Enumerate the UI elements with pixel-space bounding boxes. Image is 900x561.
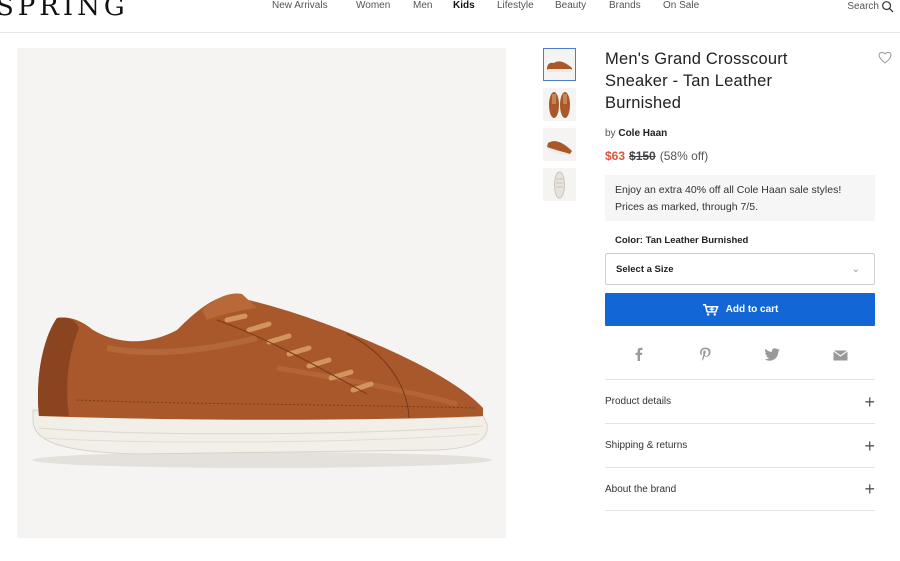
product-info: Men's Grand Crosscourt Sneaker - Tan Lea… — [605, 48, 875, 366]
nav-on-sale[interactable]: On Sale — [663, 0, 699, 11]
size-placeholder: Select a Size — [616, 264, 674, 275]
nav-beauty[interactable]: Beauty — [555, 0, 586, 11]
color-line: Color: Tan Leather Burnished — [605, 235, 875, 246]
color-value: Tan Leather Burnished — [645, 235, 749, 246]
thumbnail-sole-view — [554, 171, 565, 199]
size-select[interactable]: Select a Size ⌄ — [605, 253, 875, 285]
cart-icon — [702, 303, 719, 316]
add-to-cart-button[interactable]: Add to cart — [605, 293, 875, 326]
thumbnail-3[interactable] — [543, 128, 576, 161]
color-label: Color: — [615, 235, 643, 246]
product-thumbnails — [543, 48, 576, 208]
share-row — [605, 346, 875, 366]
search-icon — [882, 1, 894, 13]
nav-brands[interactable]: Brands — [609, 0, 641, 11]
sneaker-image — [32, 293, 492, 468]
nav-kids[interactable]: Kids — [453, 0, 475, 11]
sale-price: $63 — [605, 149, 626, 163]
product-title: Men's Grand Crosscourt Sneaker - Tan Lea… — [605, 50, 788, 112]
search-button[interactable]: Search — [847, 0, 894, 13]
heart-icon — [878, 51, 892, 64]
nav-lifestyle[interactable]: Lifestyle — [497, 0, 534, 11]
plus-icon: + — [864, 435, 875, 456]
thumbnail-1[interactable] — [543, 48, 576, 81]
twitter-icon[interactable] — [764, 346, 780, 366]
brand-line: by Cole Haan — [605, 128, 875, 139]
accordion-shipping-returns[interactable]: Shipping & returns + — [605, 423, 875, 467]
plus-icon: + — [864, 479, 875, 499]
thumbnail-4[interactable] — [543, 168, 576, 201]
by-prefix: by — [605, 128, 616, 139]
nav-women[interactable]: Women — [356, 0, 390, 11]
thumbnail-side-view — [547, 61, 572, 72]
chevron-down-icon: ⌄ — [851, 264, 860, 275]
thumbnail-top-view — [549, 92, 570, 118]
search-label: Search — [847, 1, 879, 12]
promo-banner: Enjoy an extra 40% off all Cole Haan sal… — [605, 175, 875, 221]
thumbnail-2[interactable] — [543, 88, 576, 121]
pinterest-icon[interactable] — [699, 346, 712, 366]
email-icon[interactable] — [833, 346, 848, 366]
product-main-image[interactable] — [17, 48, 506, 538]
product-accordion: Product details + Shipping & returns + A… — [605, 379, 875, 511]
accordion-label: Shipping & returns — [605, 440, 688, 451]
site-header: SPRING New Arrivals Women Men Kids Lifes… — [0, 0, 900, 33]
accordion-product-details[interactable]: Product details + — [605, 379, 875, 423]
plus-icon: + — [864, 391, 875, 412]
brand-link[interactable]: Cole Haan — [618, 128, 667, 139]
original-price: $150 — [629, 149, 656, 163]
site-logo[interactable]: SPRING — [0, 0, 129, 22]
accordion-label: About the brand — [605, 483, 677, 495]
thumbnail-angle-view — [547, 141, 572, 156]
accordion-about-brand[interactable]: About the brand + — [605, 467, 875, 511]
discount-percent: (58% off) — [659, 149, 709, 163]
nav-new-arrivals[interactable]: New Arrivals — [272, 0, 328, 11]
add-to-cart-label: Add to cart — [725, 304, 779, 315]
facebook-icon[interactable] — [634, 346, 643, 366]
accordion-label: Product details — [605, 396, 672, 407]
nav-men[interactable]: Men — [413, 0, 432, 11]
favorite-button[interactable] — [878, 51, 892, 69]
price-line: $63 $150 (58% off) — [605, 149, 875, 163]
